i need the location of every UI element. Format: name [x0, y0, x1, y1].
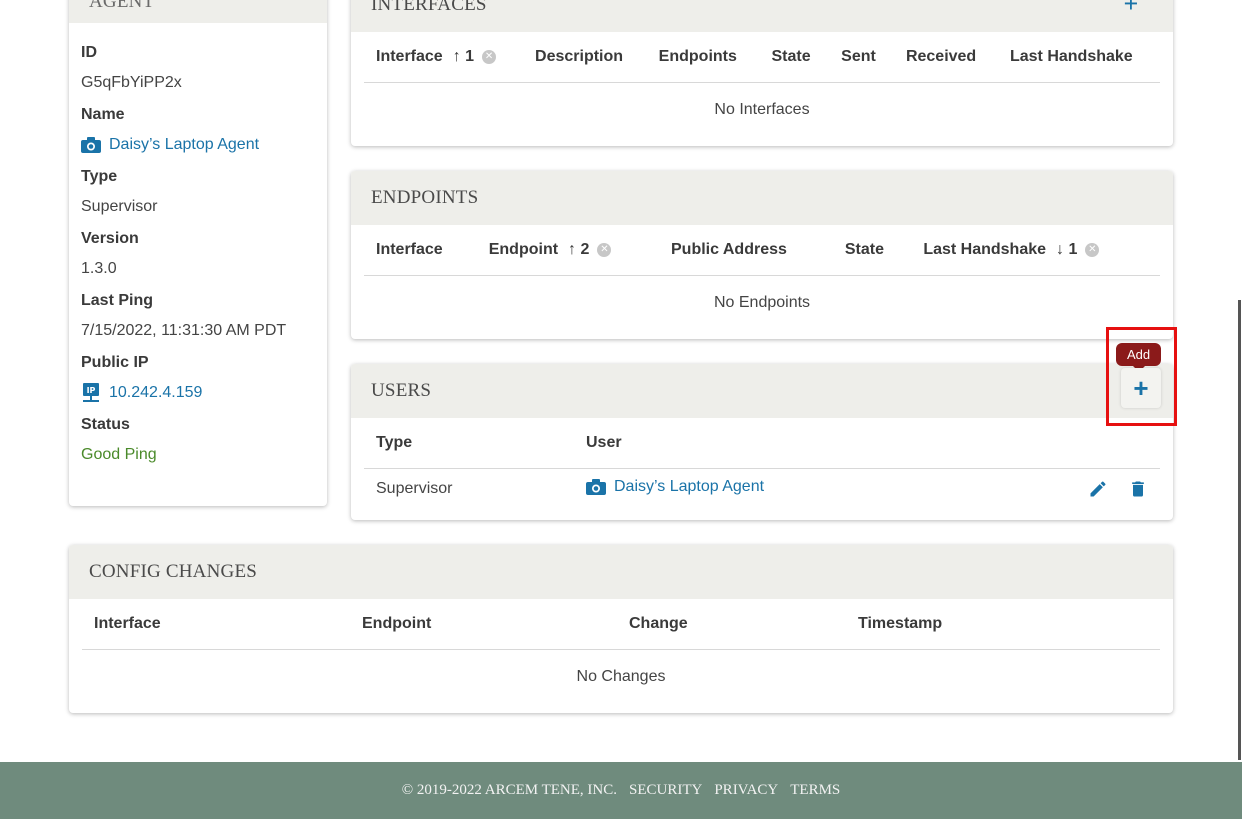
public-ip-link[interactable]: IP 10.242.4.159	[81, 383, 315, 403]
col-received[interactable]: Received	[893, 32, 998, 83]
interfaces-card-header: INTERFACES +	[351, 0, 1173, 32]
col-description[interactable]: Description	[523, 32, 647, 83]
col-interface[interactable]: Interface ↑ 1 ✕	[364, 32, 524, 83]
footer-copyright: © 2019-2022 ARCEM TENE, INC.	[401, 782, 617, 798]
public-ip-label: Public IP	[81, 354, 149, 371]
interfaces-empty: No Interfaces	[714, 100, 810, 118]
trash-icon	[1132, 481, 1144, 497]
users-table: Type User Supervisor Daisy’s Laptop Agen…	[364, 418, 1160, 510]
interfaces-table-wrap: Interface ↑ 1 ✕ Description Endpoints Stat…	[351, 32, 1173, 137]
interfaces-title: INTERFACES	[371, 0, 487, 15]
plus-icon: +	[1133, 372, 1149, 403]
last-ping-value: 7/15/2022, 11:31:30 AM PDT	[81, 322, 287, 339]
endpoints-card: ENDPOINTS Interface Endpoint ↑ 2 ✕ Public …	[351, 171, 1173, 339]
col-endpoint[interactable]: Endpoint	[350, 599, 617, 650]
col-sent[interactable]: Sent	[829, 32, 894, 83]
endpoints-table-wrap: Interface Endpoint ↑ 2 ✕ Public Address St…	[351, 225, 1173, 330]
sort-indicator: ↓ 1	[1056, 240, 1078, 258]
col-last-handshake[interactable]: Last Handshake ↓ 1 ✕	[911, 225, 1160, 276]
id-value: G5qFbYiPP2x	[81, 74, 182, 91]
user-link[interactable]: Daisy’s Laptop Agent	[574, 468, 988, 510]
agent-card-title: AGENT	[89, 0, 155, 12]
interfaces-table: Interface ↑ 1 ✕ Description Endpoints Stat…	[364, 32, 1160, 137]
agent-name-link[interactable]: Daisy’s Laptop Agent	[81, 135, 315, 155]
plus-icon: +	[1123, 0, 1139, 18]
public-ip-value: 10.242.4.159	[109, 384, 203, 401]
users-table-wrap: Type User Supervisor Daisy’s Laptop Agen…	[351, 418, 1173, 510]
network-ip-icon: IP	[81, 383, 101, 403]
scrollbar[interactable]	[1238, 300, 1241, 760]
name-label: Name	[81, 106, 125, 123]
endpoints-title: ENDPOINTS	[371, 187, 479, 208]
users-card-header: USERS	[351, 364, 1173, 418]
config-changes-empty: No Changes	[576, 667, 666, 685]
add-user-button[interactable]: +	[1121, 368, 1161, 408]
col-actions	[987, 418, 1160, 469]
col-endpoint[interactable]: Endpoint ↑ 2 ✕	[476, 225, 659, 276]
status-label: Status	[81, 416, 130, 433]
status-value: Good Ping	[81, 446, 157, 463]
footer-terms-link[interactable]: TERMS	[790, 782, 840, 799]
col-last-handshake[interactable]: Last Handshake	[997, 32, 1160, 83]
users-title: USERS	[371, 380, 432, 401]
endpoints-table: Interface Endpoint ↑ 2 ✕ Public Address St…	[364, 225, 1160, 330]
add-tooltip: Add	[1116, 343, 1162, 372]
user-name: Daisy’s Laptop Agent	[614, 478, 765, 496]
type-label: Type	[81, 168, 118, 185]
interfaces-card: INTERFACES + Interface ↑ 1 ✕ Description E…	[351, 0, 1173, 146]
version-value: 1.3.0	[81, 260, 117, 277]
footer-security-link[interactable]: SECURITY	[629, 782, 702, 799]
sort-indicator: ↑ 2	[568, 240, 590, 258]
footer-privacy-link[interactable]: PRIVACY	[714, 782, 778, 799]
col-user[interactable]: User	[574, 418, 988, 469]
edit-button[interactable]	[1088, 479, 1108, 499]
col-interface[interactable]: Interface	[364, 225, 477, 276]
agent-card-header: AGENT	[69, 0, 327, 23]
camera-icon	[81, 137, 101, 153]
last-ping-label: Last Ping	[81, 292, 154, 309]
clear-sort-icon[interactable]: ✕	[1085, 242, 1100, 257]
endpoints-empty: No Endpoints	[713, 293, 811, 311]
agent-card: AGENT ID G5qFbYiPP2x Name Daisy’s Laptop…	[69, 0, 327, 506]
col-timestamp[interactable]: Timestamp	[846, 599, 1160, 650]
id-label: ID	[81, 44, 97, 61]
col-endpoints[interactable]: Endpoints	[646, 32, 760, 83]
svg-text:IP: IP	[87, 386, 96, 395]
agent-details: ID G5qFbYiPP2x Name Daisy’s Laptop Agent…	[69, 23, 327, 465]
config-changes-card-header: CONFIG CHANGES	[69, 545, 1173, 599]
footer: © 2019-2022 ARCEM TENE, INC. SECURITY PR…	[0, 762, 1242, 819]
col-state[interactable]: State	[759, 32, 830, 83]
type-value: Supervisor	[81, 198, 158, 215]
clear-sort-icon[interactable]: ✕	[597, 242, 612, 257]
col-interface[interactable]: Interface	[82, 599, 350, 650]
version-label: Version	[81, 230, 139, 247]
config-changes-title: CONFIG CHANGES	[89, 561, 258, 582]
sort-indicator: ↑ 1	[452, 47, 475, 65]
table-row: Supervisor Daisy’s Laptop Agent	[364, 468, 1160, 510]
col-public-address[interactable]: Public Address	[659, 225, 833, 276]
delete-button[interactable]	[1128, 479, 1148, 499]
endpoints-card-header: ENDPOINTS	[351, 171, 1173, 225]
col-change[interactable]: Change	[617, 599, 846, 650]
col-state[interactable]: State	[832, 225, 912, 276]
row-actions	[1000, 479, 1148, 499]
config-changes-card: CONFIG CHANGES Interface Endpoint Change…	[69, 545, 1173, 713]
agent-name-value: Daisy’s Laptop Agent	[109, 136, 260, 153]
config-changes-table-wrap: Interface Endpoint Change Timestamp No C…	[69, 599, 1173, 704]
users-card: USERS Type User Supervisor Daisy’s Lapto…	[351, 364, 1173, 520]
user-type: Supervisor	[376, 480, 453, 498]
config-changes-table: Interface Endpoint Change Timestamp No C…	[82, 599, 1160, 704]
clear-sort-icon[interactable]: ✕	[482, 49, 497, 64]
camera-icon	[586, 479, 606, 496]
add-interface-button[interactable]: +	[1111, 0, 1151, 24]
pencil-icon	[1090, 481, 1106, 497]
page: AGENT ID G5qFbYiPP2x Name Daisy’s Laptop…	[0, 0, 1242, 819]
col-type[interactable]: Type	[364, 418, 574, 469]
row-actions-cell	[988, 468, 1160, 510]
agent-settings-button[interactable]	[265, 0, 305, 10]
